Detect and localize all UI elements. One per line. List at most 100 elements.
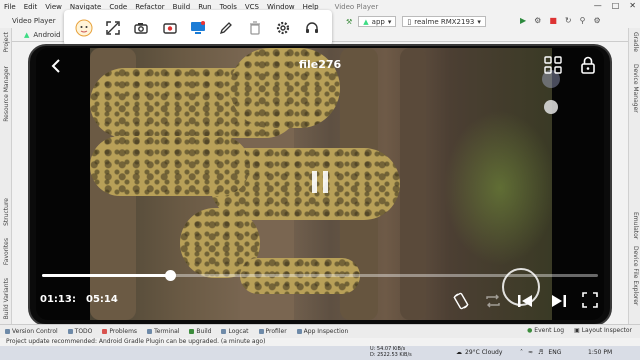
run-icon[interactable]: ▶ — [520, 16, 526, 25]
run-config-label: app — [371, 17, 385, 26]
tab-label: Event Log — [534, 327, 565, 334]
window-controls: — □ ✕ — [594, 1, 636, 10]
settings-icon[interactable]: ⚙ — [593, 16, 600, 25]
tab-event-log[interactable]: ● Event Log — [527, 327, 564, 334]
pen-icon[interactable] — [217, 19, 235, 37]
rotate-icon[interactable] — [452, 292, 470, 310]
pause-icon[interactable] — [310, 170, 330, 194]
system-tray: ˄ ≈ ♬ ENG — [520, 349, 561, 356]
menu-view[interactable]: View — [41, 3, 66, 11]
next-icon[interactable] — [550, 292, 568, 310]
tab-label: Terminal — [154, 328, 180, 335]
avatar-icon[interactable] — [75, 19, 93, 37]
logcat-icon — [221, 329, 227, 334]
clock[interactable]: 1:50 PM — [588, 349, 612, 356]
hammer-icon[interactable]: ⚒ — [346, 18, 352, 26]
tree-trunk — [400, 48, 426, 320]
tab-project[interactable]: Project — [3, 32, 10, 53]
left-tool-strip: Project Resource Manager Structure Favor… — [0, 28, 12, 324]
headset-icon[interactable] — [303, 19, 321, 37]
window-title: Video Player — [334, 3, 379, 11]
terminal-icon — [147, 329, 153, 334]
chevron-down-icon: ▾ — [477, 17, 481, 26]
seek-bar-thumb[interactable] — [164, 270, 176, 281]
debug-icon[interactable]: ⚙ — [534, 16, 541, 25]
screen-mirror-icon[interactable] — [189, 19, 207, 37]
tab-profiler[interactable]: Profiler — [254, 328, 292, 335]
tab-device-manager[interactable]: Device Manager — [632, 64, 639, 113]
current-time: 01:13 — [40, 294, 72, 305]
emulator-toolbar — [64, 10, 332, 46]
record-icon[interactable] — [161, 19, 179, 37]
camera-icon[interactable] — [132, 19, 150, 37]
wifi-icon[interactable]: ≈ — [528, 349, 533, 356]
weather-widget[interactable]: ☁ 29°C Cloudy — [456, 349, 502, 356]
tab-emulator[interactable]: Emulator — [632, 212, 639, 239]
total-time: 05:14 — [86, 294, 118, 305]
tab-gradle[interactable]: Gradle — [632, 32, 639, 52]
status-bar: Project update recommended: Android Grad… — [0, 338, 640, 346]
project-view-label: Android — [33, 30, 61, 39]
tab-version-control[interactable]: Version Control — [0, 328, 63, 335]
settings-icon[interactable] — [274, 19, 292, 37]
profiler-icon — [258, 329, 264, 334]
tab-label: Version Control — [12, 328, 58, 335]
hammer-icon — [189, 329, 195, 334]
language-indicator[interactable]: ENG — [548, 349, 561, 356]
tab-layout-inspector[interactable]: ▣ Layout Inspector — [574, 327, 632, 334]
tab-label: Problems — [109, 328, 138, 335]
breadcrumb-project[interactable]: Video Player — [12, 17, 56, 25]
phone-icon: ▯ — [407, 17, 412, 26]
cloud-icon: ☁ — [456, 349, 462, 356]
minimize-icon[interactable]: — — [594, 1, 602, 10]
time-separator: : — [72, 294, 76, 305]
menu-file[interactable]: File — [0, 3, 20, 11]
weather-text: 29°C Cloudy — [465, 349, 503, 356]
bottom-right-tabs: ● Event Log ▣ Layout Inspector — [527, 327, 632, 334]
inspection-icon — [296, 329, 302, 334]
chevron-up-icon[interactable]: ˄ — [520, 349, 523, 356]
tab-problems[interactable]: Problems — [97, 328, 142, 335]
stop-icon[interactable]: ■ — [549, 16, 557, 25]
tab-resource-manager[interactable]: Resource Manager — [3, 66, 10, 122]
device-select[interactable]: ▯ realme RMX2193 ▾ — [402, 16, 486, 27]
tab-build[interactable]: Build — [184, 328, 216, 335]
repeat-icon[interactable] — [484, 292, 502, 310]
list-icon — [67, 329, 73, 334]
chevron-down-icon: ▾ — [387, 17, 392, 26]
lock-icon[interactable] — [580, 56, 596, 74]
run-config-select[interactable]: ▲ app ▾ — [358, 16, 397, 27]
maximize-icon[interactable]: □ — [612, 1, 620, 10]
tab-terminal[interactable]: Terminal — [142, 328, 184, 335]
tab-favorites[interactable]: Favorites — [3, 238, 10, 265]
tab-app-inspection[interactable]: App Inspection — [292, 328, 354, 335]
brightness-slider-knob[interactable] — [544, 100, 558, 114]
tab-structure[interactable]: Structure — [3, 198, 10, 226]
search-icon[interactable]: ⚲ — [580, 16, 586, 25]
expand-icon[interactable] — [104, 19, 122, 37]
status-message[interactable]: Project update recommended: Android Grad… — [6, 338, 265, 345]
menu-edit[interactable]: Edit — [20, 3, 42, 11]
android-icon: ▲ — [363, 17, 369, 26]
playlist-grid-icon[interactable] — [544, 56, 562, 74]
volume-icon[interactable]: ♬ — [538, 349, 543, 356]
breadcrumb[interactable]: Video Player — [0, 14, 56, 28]
tab-todo[interactable]: TODO — [63, 328, 98, 335]
tab-label: Build — [196, 328, 212, 335]
network-stats: U: 54.07 KiB/s D: 2522.53 KiB/s — [370, 346, 412, 358]
tab-label: Layout Inspector — [581, 327, 632, 334]
device-screen[interactable]: file276 01:13 : 05:14 — [36, 48, 604, 320]
fullscreen-icon[interactable] — [582, 292, 598, 308]
sync-icon[interactable]: ↻ — [565, 16, 572, 25]
run-actions: ▶ ⚙ ■ ↻ ⚲ ⚙ — [520, 16, 601, 25]
tab-device-file-explorer[interactable]: Device File Explorer — [632, 246, 639, 305]
right-tool-strip: Gradle Device Manager Emulator Device Fi… — [628, 28, 640, 324]
previous-icon[interactable] — [516, 292, 534, 310]
project-view-selector[interactable]: ▲ Android ▾ — [24, 29, 68, 40]
close-icon[interactable]: ✕ — [629, 1, 636, 10]
delete-icon[interactable] — [246, 19, 264, 37]
tab-label: TODO — [74, 328, 93, 335]
tab-logcat[interactable]: Logcat — [216, 328, 253, 335]
tab-build-variants[interactable]: Build Variants — [3, 278, 10, 319]
snake-body — [90, 136, 250, 196]
